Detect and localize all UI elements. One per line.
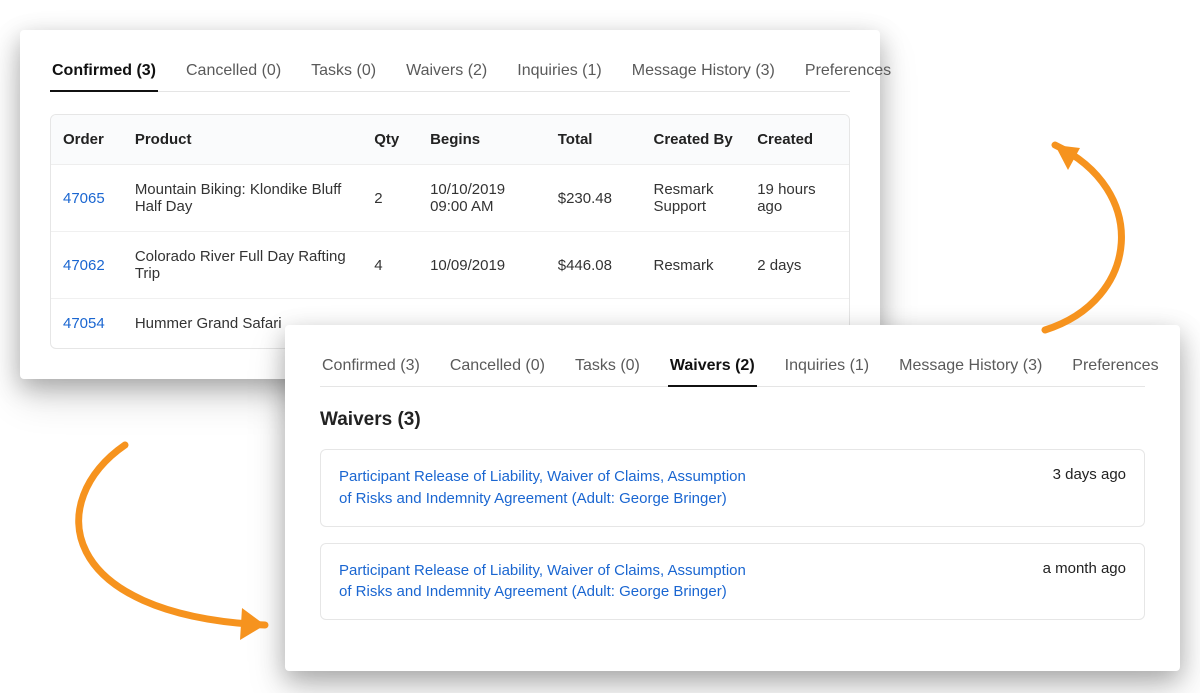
- tab-confirmed[interactable]: Confirmed (3): [50, 58, 158, 92]
- col-header-order: Order: [51, 115, 123, 165]
- order-link[interactable]: 47062: [63, 257, 105, 274]
- waivers-title: Waivers (3): [320, 409, 1145, 431]
- cell-begins: 10/09/2019: [418, 232, 546, 299]
- tab-waivers[interactable]: Waivers (2): [404, 58, 489, 91]
- tabs-bar: Confirmed (3) Cancelled (0) Tasks (0) Wa…: [50, 58, 850, 92]
- waiver-time: a month ago: [1043, 560, 1126, 577]
- waivers-card: Confirmed (3) Cancelled (0) Tasks (0) Wa…: [285, 325, 1180, 671]
- waiver-item: Participant Release of Liability, Waiver…: [320, 543, 1145, 621]
- tab-waivers[interactable]: Waivers (2): [668, 353, 757, 387]
- tab-preferences[interactable]: Preferences: [803, 58, 893, 91]
- order-link[interactable]: 47054: [63, 315, 105, 332]
- arrow-icon: [40, 430, 320, 670]
- tab-cancelled[interactable]: Cancelled (0): [184, 58, 283, 91]
- arrow-icon: [880, 110, 1180, 360]
- tab-message-history[interactable]: Message History (3): [897, 353, 1044, 386]
- cell-qty: 4: [362, 232, 418, 299]
- tab-tasks[interactable]: Tasks (0): [573, 353, 642, 386]
- order-link[interactable]: 47065: [63, 190, 105, 207]
- tab-tasks[interactable]: Tasks (0): [309, 58, 378, 91]
- cell-product: Mountain Biking: Klondike Bluff Half Day: [123, 165, 362, 232]
- tabs-bar: Confirmed (3) Cancelled (0) Tasks (0) Wa…: [320, 353, 1145, 387]
- waiver-item: Participant Release of Liability, Waiver…: [320, 449, 1145, 527]
- table-row: 47065 Mountain Biking: Klondike Bluff Ha…: [51, 165, 849, 232]
- waiver-link[interactable]: Participant Release of Liability, Waiver…: [339, 466, 759, 510]
- cell-begins: 10/10/2019 09:00 AM: [418, 165, 546, 232]
- tab-confirmed[interactable]: Confirmed (3): [320, 353, 422, 386]
- cell-created-by: Resmark: [641, 232, 745, 299]
- cell-qty: 2: [362, 165, 418, 232]
- tab-inquiries[interactable]: Inquiries (1): [783, 353, 871, 386]
- col-header-product: Product: [123, 115, 362, 165]
- waiver-link[interactable]: Participant Release of Liability, Waiver…: [339, 560, 759, 604]
- col-header-qty: Qty: [362, 115, 418, 165]
- cell-total: $230.48: [546, 165, 642, 232]
- col-header-total: Total: [546, 115, 642, 165]
- cell-created-by: Resmark Support: [641, 165, 745, 232]
- col-header-created: Created: [745, 115, 849, 165]
- orders-table: Order Product Qty Begins Total Created B…: [50, 114, 850, 349]
- cell-created: 2 days: [745, 232, 849, 299]
- cell-created: 19 hours ago: [745, 165, 849, 232]
- tab-message-history[interactable]: Message History (3): [630, 58, 777, 91]
- waiver-time: 3 days ago: [1053, 466, 1126, 483]
- table-row: 47062 Colorado River Full Day Rafting Tr…: [51, 232, 849, 299]
- col-header-begins: Begins: [418, 115, 546, 165]
- tab-cancelled[interactable]: Cancelled (0): [448, 353, 547, 386]
- tab-inquiries[interactable]: Inquiries (1): [515, 58, 603, 91]
- cell-product: Colorado River Full Day Rafting Trip: [123, 232, 362, 299]
- tab-preferences[interactable]: Preferences: [1070, 353, 1160, 386]
- col-header-created-by: Created By: [641, 115, 745, 165]
- cell-total: $446.08: [546, 232, 642, 299]
